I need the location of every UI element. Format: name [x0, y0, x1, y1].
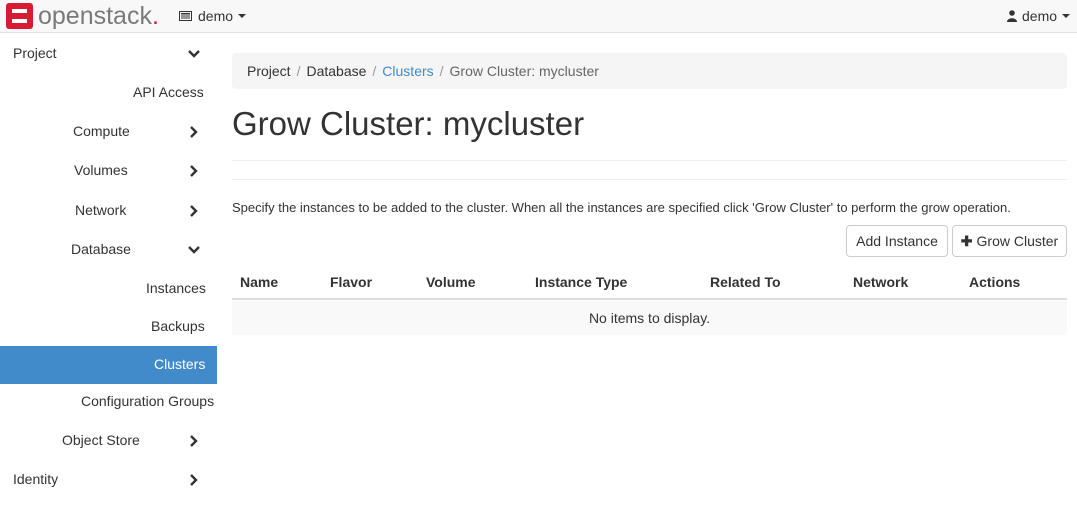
column-header-flavor[interactable]: Flavor: [330, 274, 372, 290]
sidebar-nav: Project API Access Compute Volumes Netwo…: [0, 33, 217, 505]
user-menu[interactable]: demo: [1007, 8, 1071, 24]
column-header-name[interactable]: Name: [240, 274, 278, 290]
add-instance-label: Add Instance: [856, 233, 938, 249]
breadcrumb-separator: /: [372, 63, 377, 79]
grow-cluster-button[interactable]: ✚ Grow Cluster: [952, 225, 1067, 257]
sidebar-item-label: Identity: [13, 471, 59, 487]
divider: [232, 160, 1067, 161]
sidebar-item-clusters[interactable]: Clusters: [0, 346, 217, 384]
breadcrumb-project: Project: [247, 63, 291, 79]
sidebar-item-label: Instances: [146, 280, 206, 296]
breadcrumb-clusters-link[interactable]: Clusters: [382, 63, 433, 79]
chevron-right-icon: [190, 165, 198, 177]
sidebar-item-label: Clusters: [154, 356, 206, 372]
project-selector[interactable]: demo: [179, 8, 247, 24]
divider: [232, 179, 1067, 180]
sidebar-item-compute[interactable]: Compute: [0, 113, 217, 151]
column-header-actions: Actions: [969, 274, 1021, 290]
sidebar-item-configuration-groups[interactable]: Configuration Groups: [0, 383, 217, 421]
sidebar-item-label: Configuration Groups: [81, 393, 215, 409]
sidebar-item-label: Object Store: [62, 432, 140, 448]
sidebar-item-label: Network: [75, 202, 127, 218]
grow-cluster-label: Grow Cluster: [976, 233, 1059, 249]
sidebar-item-label: Backups: [151, 318, 205, 334]
sidebar-item-network[interactable]: Network: [0, 192, 217, 230]
chevron-down-icon: [188, 246, 200, 254]
empty-table-message: No items to display.: [232, 301, 1067, 335]
breadcrumb-current: Grow Cluster: mycluster: [449, 63, 599, 79]
sidebar-item-label: Project: [13, 45, 57, 61]
column-header-instance-type[interactable]: Instance Type: [535, 274, 627, 290]
sidebar-item-label: Volumes: [74, 162, 128, 178]
breadcrumb-database: Database: [306, 63, 367, 79]
breadcrumb: Project / Database / Clusters / Grow Clu…: [232, 53, 1067, 89]
sidebar-item-api-access[interactable]: API Access: [0, 74, 217, 112]
instances-table: Name Flavor Volume Instance Type Related…: [232, 263, 1067, 335]
sidebar-item-label: Compute: [73, 123, 130, 139]
project-selector-label: demo: [198, 8, 234, 24]
sidebar-item-label: Database: [71, 241, 131, 257]
sidebar-item-identity[interactable]: Identity: [0, 461, 217, 499]
sidebar-item-instances[interactable]: Instances: [0, 270, 217, 308]
sidebar-item-volumes[interactable]: Volumes: [0, 152, 217, 190]
sidebar-item-project[interactable]: Project: [0, 35, 217, 73]
add-instance-button[interactable]: Add Instance: [846, 225, 948, 257]
openstack-logo[interactable]: openstack.: [6, 3, 159, 29]
chevron-down-icon: [238, 14, 247, 18]
column-header-volume[interactable]: Volume: [426, 274, 476, 290]
page-title: Grow Cluster: mycluster: [232, 105, 585, 142]
openstack-logo-icon: [6, 3, 33, 29]
chevron-down-icon: [188, 50, 200, 58]
user-menu-label: demo: [1022, 8, 1058, 24]
column-header-network[interactable]: Network: [853, 274, 908, 290]
project-icon: [179, 11, 192, 21]
sidebar-item-label: API Access: [133, 84, 204, 100]
top-navbar: openstack. demo demo: [0, 0, 1077, 33]
table-header: Name Flavor Volume Instance Type Related…: [232, 263, 1067, 300]
chevron-down-icon: [1062, 14, 1071, 18]
sidebar-item-database[interactable]: Database: [0, 231, 217, 269]
user-icon: [1007, 10, 1017, 22]
breadcrumb-separator: /: [439, 63, 444, 79]
brand-name: openstack: [38, 2, 152, 30]
chevron-right-icon: [190, 126, 198, 138]
column-header-related-to[interactable]: Related To: [710, 274, 781, 290]
chevron-right-icon: [190, 474, 198, 486]
breadcrumb-separator: /: [296, 63, 301, 79]
sidebar-item-object-store[interactable]: Object Store: [0, 422, 217, 460]
chevron-right-icon: [190, 435, 198, 447]
brand-dot: .: [151, 2, 159, 30]
help-text: Specify the instances to be added to the…: [232, 200, 1011, 215]
chevron-right-icon: [190, 205, 198, 217]
sidebar-item-backups[interactable]: Backups: [0, 308, 217, 346]
plus-icon: ✚: [960, 232, 973, 249]
